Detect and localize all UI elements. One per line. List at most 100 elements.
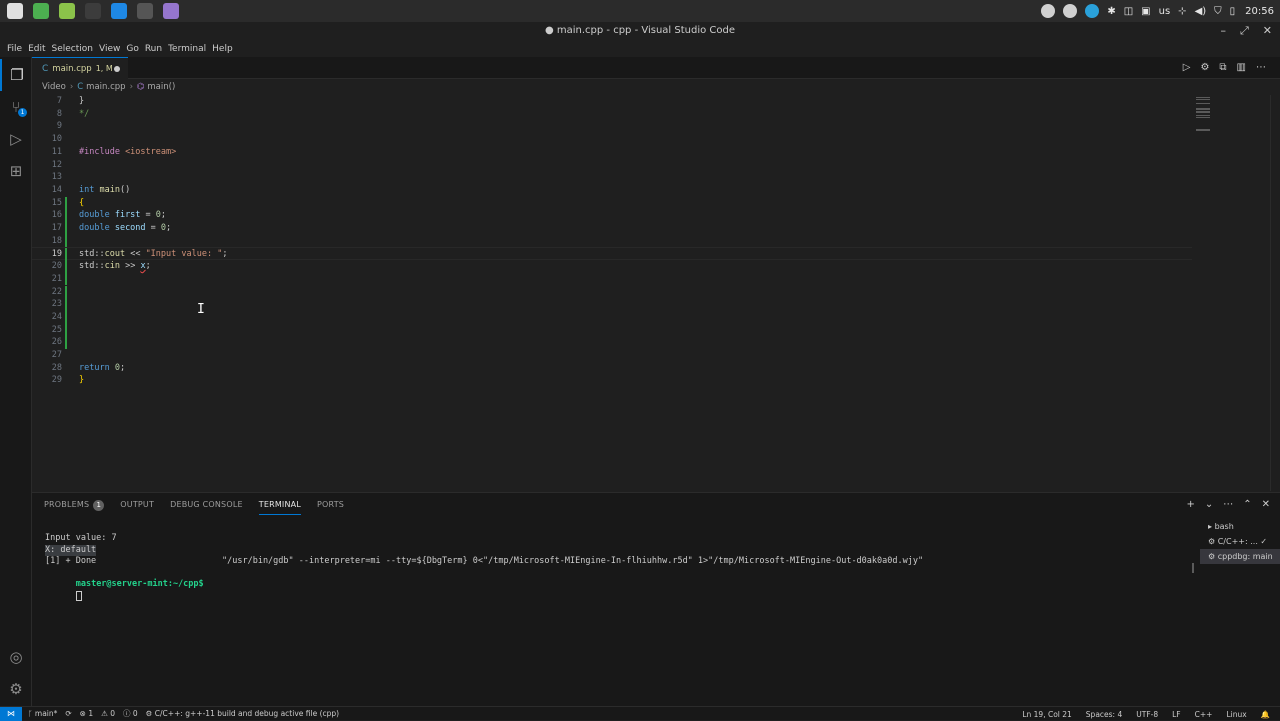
code-line[interactable]: 7} <box>32 95 1192 108</box>
warnings-count[interactable]: ⚠ 0 <box>101 709 115 718</box>
close-panel-button[interactable]: ✕ <box>1262 499 1270 510</box>
breadcrumb-symbol[interactable]: main() <box>147 82 175 92</box>
code-line[interactable]: 29} <box>32 374 1192 387</box>
volume-icon[interactable]: ◀) <box>1195 6 1207 17</box>
line-number[interactable]: 20 <box>32 260 62 273</box>
menu-view[interactable]: View <box>96 44 123 54</box>
code-line[interactable]: 11 #include <iostream> <box>32 146 1192 159</box>
obs-icon[interactable] <box>134 0 156 22</box>
source-control-icon[interactable]: ⑂ 1 <box>0 91 32 123</box>
minimize-button[interactable]: – <box>1220 22 1226 40</box>
line-number[interactable]: 12 <box>32 159 62 172</box>
run-file-button[interactable]: ▷ <box>1183 62 1191 73</box>
chrome-icon[interactable] <box>30 0 52 22</box>
breadcrumb-file[interactable]: main.cpp <box>86 82 125 92</box>
code-line[interactable]: 22 <box>32 285 1192 299</box>
git-modified-marker[interactable] <box>65 285 67 299</box>
editor-settings-button[interactable]: ⚙ <box>1200 62 1209 73</box>
git-modified-marker[interactable] <box>65 234 67 248</box>
line-number[interactable]: 29 <box>32 374 62 387</box>
menu-go[interactable]: Go <box>123 44 141 54</box>
editor-scrollbar[interactable] <box>1270 95 1280 491</box>
encoding[interactable]: UTF-8 <box>1136 710 1158 719</box>
code-line[interactable]: 10 <box>32 133 1192 146</box>
line-number[interactable]: 16 <box>32 209 62 222</box>
clipboard-icon[interactable]: ▣ <box>1141 6 1150 17</box>
git-modified-marker[interactable] <box>65 260 67 273</box>
clock[interactable]: 20:56 <box>1245 6 1274 17</box>
line-number[interactable]: 21 <box>32 273 62 286</box>
terminal-dropdown-button[interactable]: ⌄ <box>1205 499 1213 510</box>
unsaved-dot-icon[interactable] <box>114 66 120 72</box>
code-line[interactable]: 9 <box>32 120 1192 133</box>
notes-icon[interactable] <box>160 0 182 22</box>
new-terminal-button[interactable]: + <box>1186 499 1194 510</box>
keyboard-layout[interactable]: us <box>1159 6 1171 17</box>
cursor-position[interactable]: Ln 19, Col 21 <box>1022 710 1071 719</box>
menu-edit[interactable]: Edit <box>25 44 48 54</box>
line-number[interactable]: 13 <box>32 171 62 184</box>
menu-file[interactable]: File <box>4 44 25 54</box>
active-task[interactable]: ⚙ C/C++: g++-11 build and debug active f… <box>146 709 339 718</box>
code-line[interactable]: 15 { <box>32 196 1192 210</box>
tab-debug-console[interactable]: DEBUG CONSOLE <box>170 499 243 515</box>
code-line[interactable]: 16 double first = 0; <box>32 209 1192 222</box>
mint-menu-icon[interactable] <box>4 0 26 22</box>
line-number[interactable]: 28 <box>32 362 62 375</box>
line-number[interactable]: 7 <box>32 95 62 108</box>
code-editor[interactable]: 7} 8 */9 10 11 #include <iostream> 12 13 14 int m… <box>32 95 1192 491</box>
terminal-icon[interactable] <box>82 0 104 22</box>
intel-icon[interactable]: ◫ <box>1124 6 1133 17</box>
git-modified-marker[interactable] <box>65 336 67 349</box>
breadcrumb-folder[interactable]: Video <box>42 82 66 92</box>
telegram-tray-icon[interactable] <box>1085 4 1100 18</box>
vscode-icon[interactable] <box>108 0 130 22</box>
terminal-item-bash[interactable]: ▸ bash <box>1200 519 1280 534</box>
end-of-line[interactable]: LF <box>1172 710 1181 719</box>
account-icon[interactable]: ◎ <box>0 641 32 673</box>
tab-output[interactable]: OUTPUT <box>120 499 154 515</box>
errors-count[interactable]: ⊗ 1 <box>80 709 93 718</box>
line-number[interactable]: 25 <box>32 324 62 337</box>
menu-run[interactable]: Run <box>142 44 165 54</box>
panel-more-button[interactable]: ⋯ <box>1223 499 1233 510</box>
tab-ports[interactable]: PORTS <box>317 499 344 515</box>
tab-problems[interactable]: PROBLEMS 1 <box>44 499 105 515</box>
infos-count[interactable]: ⓘ 0 <box>123 708 138 719</box>
maximize-panel-button[interactable]: ⌃ <box>1243 499 1251 510</box>
minimap[interactable] <box>1192 95 1268 491</box>
explorer-icon[interactable]: ❐ <box>0 59 32 91</box>
close-window-button[interactable]: ✕ <box>1263 22 1272 40</box>
git-modified-marker[interactable] <box>65 310 67 324</box>
terminal-scrollbar[interactable] <box>1192 563 1194 573</box>
code-line[interactable]: 13 <box>32 171 1192 184</box>
code-line[interactable]: 28 return 0; <box>32 362 1192 375</box>
updates-icon[interactable]: ⛉ <box>1214 6 1222 17</box>
code-line[interactable]: 8 */ <box>32 108 1192 121</box>
line-number[interactable]: 11 <box>32 146 62 159</box>
terminal-item-cppdbg[interactable]: ⚙ cppdbg: main <box>1200 549 1280 564</box>
steam-tray-icon[interactable] <box>1063 4 1078 18</box>
files-icon[interactable] <box>56 0 78 22</box>
maximize-button[interactable]: ⤢ <box>1240 22 1249 40</box>
tab-main-cpp[interactable]: C main.cpp 1, M <box>32 57 128 79</box>
line-number[interactable]: 8 <box>32 108 62 121</box>
line-number[interactable]: 23 <box>32 298 62 311</box>
menu-help[interactable]: Help <box>209 44 236 54</box>
git-modified-marker[interactable] <box>65 272 67 286</box>
line-number[interactable]: 24 <box>32 311 62 324</box>
line-number[interactable]: 15 <box>32 197 62 210</box>
bluetooth-icon[interactable]: ✱ <box>1107 6 1115 17</box>
git-modified-marker[interactable] <box>65 298 67 311</box>
menu-selection[interactable]: Selection <box>49 44 96 54</box>
language-mode[interactable]: C++ <box>1195 710 1213 719</box>
line-number[interactable]: 22 <box>32 286 62 299</box>
indentation[interactable]: Spaces: 4 <box>1086 710 1122 719</box>
code-line[interactable]: 14 int main() <box>32 184 1192 197</box>
settings-gear-icon[interactable]: ⚙ <box>0 673 32 705</box>
git-modified-marker[interactable] <box>65 209 67 222</box>
code-line[interactable]: 12 <box>32 159 1192 172</box>
line-number[interactable]: 9 <box>32 120 62 133</box>
line-number[interactable]: 10 <box>32 133 62 146</box>
line-number[interactable]: 14 <box>32 184 62 197</box>
